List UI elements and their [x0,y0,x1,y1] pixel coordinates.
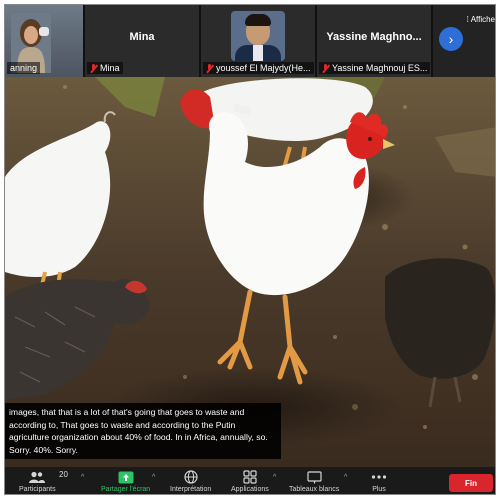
participants-count: 20 [59,470,68,479]
chevron-up-icon[interactable]: ^ [273,474,276,481]
share-screen-button[interactable]: Partager l'écran [101,469,150,494]
more-button[interactable]: Plus [371,469,387,494]
participant-name-4: Yassine Maghnouj ES... [319,62,431,74]
chevron-up-icon[interactable]: ^ [81,474,84,481]
participant-name-3: youssef El Majydy(He... [203,62,314,74]
strip-controls: ⁞ Affiche › [433,5,495,77]
apps-icon [243,469,257,485]
participant-tile-3[interactable]: youssef El Majydy(He... [201,5,317,77]
globe-icon [184,469,198,485]
whiteboard-icon [306,469,322,485]
meeting-toolbar: Participants 20 ^ Partager l'écran ^ Int… [5,467,495,494]
chevron-up-icon[interactable]: ^ [344,474,347,481]
interpretation-button[interactable]: Interprétation [170,469,211,494]
whiteboards-button[interactable]: Tableaux blancs [289,469,339,494]
participants-icon [28,469,46,485]
participants-button[interactable]: Participants [19,469,56,494]
mic-muted-icon [90,63,97,73]
applications-button[interactable]: Applications [231,469,269,494]
share-screen-icon [118,469,134,485]
participant-tile-1[interactable]: anning [5,5,85,77]
shared-video: images, that that is a lot of that's goi… [5,77,495,467]
view-toggle[interactable]: ⁞ Affiche [467,15,495,24]
participant-tile-2[interactable]: Mina Mina [85,5,201,77]
mic-muted-icon [206,63,213,73]
participant-big-name-2: Mina [129,31,155,43]
end-meeting-button[interactable]: Fin [449,474,493,492]
live-caption: images, that that is a lot of that's goi… [5,403,281,460]
view-icon: ⁞ [466,15,469,24]
participant-strip: anning Mina Mina youssef El Majydy(He... [5,5,495,77]
participant-name-2: Mina [87,62,123,74]
chevron-right-icon[interactable]: › [439,27,463,51]
participant-tile-4[interactable]: Yassine Maghno... Yassine Maghnouj ES... [317,5,433,77]
mic-muted-icon [322,63,329,73]
participant-avatar-3 [231,11,285,61]
participant-name-1: anning [7,62,41,74]
chevron-up-icon[interactable]: ^ [152,474,155,481]
more-icon [371,469,387,485]
participant-big-name-4: Yassine Maghno... [326,31,422,43]
meeting-window: anning Mina Mina youssef El Majydy(He... [4,4,496,495]
